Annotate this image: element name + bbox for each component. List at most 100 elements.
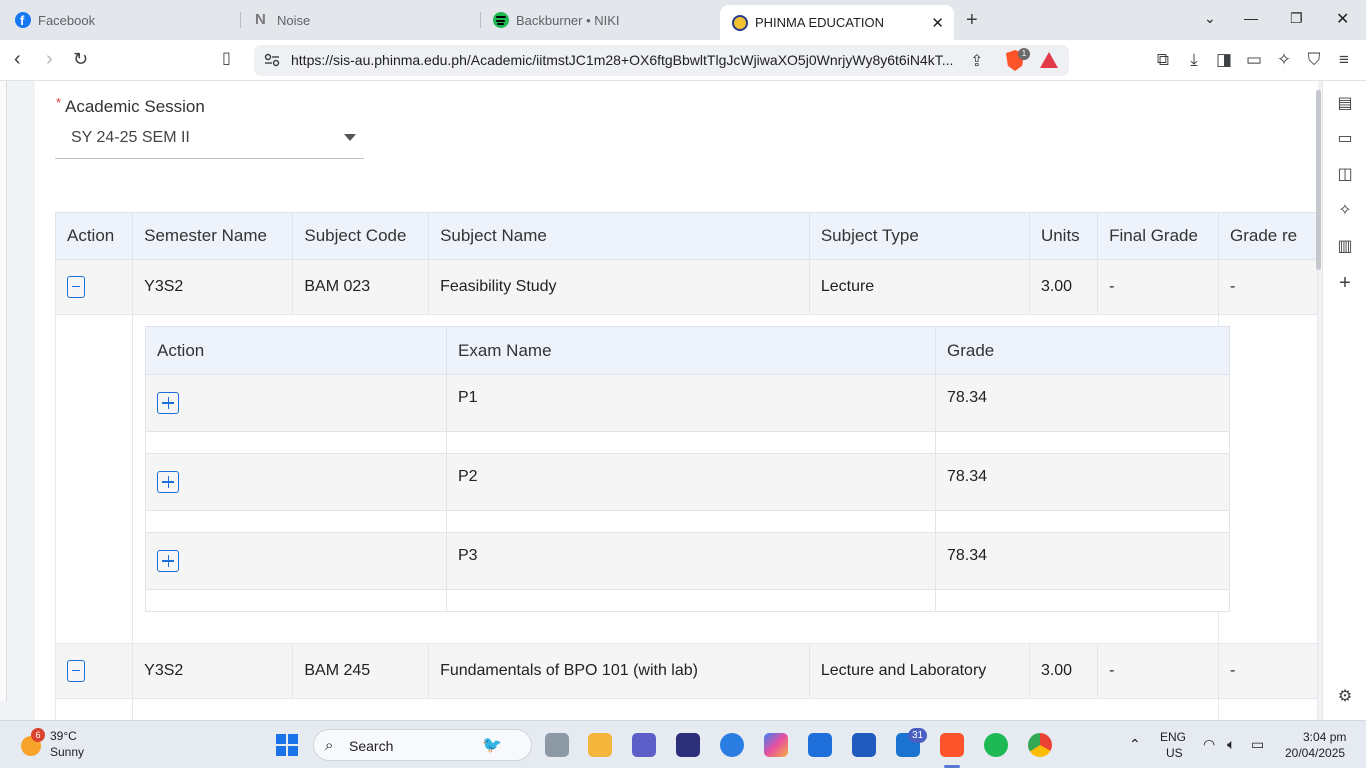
tasks-app-icon[interactable] (676, 733, 700, 757)
brave-rewards-icon[interactable] (1040, 52, 1058, 68)
weather-temperature[interactable]: 39°C (50, 729, 77, 743)
copilot-icon[interactable] (764, 733, 788, 757)
tab-search-chevron-icon[interactable]: ⌄ (1204, 10, 1216, 27)
exam-name-cell: P2 (446, 453, 936, 511)
expand-exam-button[interactable] (157, 470, 179, 493)
menu-icon[interactable]: ≡ (1334, 50, 1354, 70)
word-icon[interactable] (852, 733, 876, 757)
column-header-subject-type: Subject Type (808, 212, 1030, 260)
close-tab-icon[interactable]: ✕ (931, 14, 944, 32)
browser-sidebar: ▤ ▭ ◫ ✧ ▥ + ⚙ (1322, 81, 1366, 720)
sidebar-settings-icon[interactable]: ⚙ (1335, 687, 1355, 707)
exam-header-row: Action Exam Name Grade (145, 326, 1230, 375)
exam-row: P1 78.34 (145, 374, 1230, 432)
academic-session-label: Academic Session (65, 97, 205, 116)
column-header-grade: Grade (935, 326, 1230, 375)
exam-spacer-row (145, 431, 1230, 454)
exam-grades-table: Action Exam Name Grade P1 78.34 P2 78.34… (145, 326, 1230, 612)
exam-spacer-row (145, 510, 1230, 533)
units-cell: 3.00 (1028, 643, 1099, 699)
playlist-icon[interactable]: ▭ (1335, 129, 1355, 149)
task-view-icon[interactable] (545, 733, 569, 757)
exam-grade-cell: 78.34 (935, 532, 1230, 590)
subject-code-cell: BAM 023 (292, 259, 430, 315)
clock-time[interactable]: 3:04 pm (1303, 730, 1346, 744)
vpn-shield-icon[interactable]: ⛉ (1304, 50, 1324, 70)
tab-title: Backburner • NIKI (516, 12, 620, 28)
reload-icon[interactable]: ↻ (73, 48, 88, 70)
brave-browser-icon[interactable] (940, 733, 964, 757)
notion-icon: N (255, 11, 266, 28)
close-window-icon[interactable]: ✕ (1336, 9, 1349, 29)
spotify-icon (493, 12, 509, 28)
back-icon[interactable]: ‹ (14, 48, 21, 70)
semester-cell: Y3S2 (132, 259, 294, 315)
clipchamp-icon[interactable] (720, 733, 744, 757)
wallet-icon[interactable]: ▭ (1244, 50, 1264, 70)
language-indicator[interactable]: ENG (1160, 730, 1186, 744)
wallet-panel-icon[interactable]: ◫ (1335, 165, 1355, 185)
column-header-units: Units (1028, 212, 1099, 260)
table-row: Y3S2 BAM 245 Fundamentals of BPO 101 (wi… (54, 643, 1318, 699)
teams-icon[interactable] (632, 733, 656, 757)
tab-divider (240, 12, 241, 28)
column-header-subject-name: Subject Name (428, 212, 810, 260)
file-explorer-icon[interactable] (588, 733, 612, 757)
left-navigation-strip (0, 81, 7, 701)
minimize-icon[interactable]: — (1244, 10, 1258, 26)
volume-icon[interactable]: 🔈︎ (1227, 736, 1235, 753)
forward-icon[interactable]: › (46, 48, 53, 70)
column-header-semester: Semester Name (132, 212, 294, 260)
weather-condition[interactable]: Sunny (50, 745, 84, 759)
show-hidden-icons-chevron-icon[interactable]: ⌃ (1129, 736, 1141, 753)
bookmarks-panel-icon[interactable]: ▤ (1335, 94, 1355, 114)
column-header-grade-remarks: Grade re (1218, 212, 1318, 260)
column-header-action: Action (145, 326, 447, 375)
share-icon[interactable]: ⇪ (970, 51, 983, 71)
extensions-icon[interactable]: ⧉ (1153, 50, 1173, 70)
weather-badge: 6 (31, 728, 45, 742)
reading-list-icon[interactable]: ▥ (1335, 237, 1355, 257)
page-scrollbar[interactable] (1316, 90, 1321, 270)
units-cell: 3.00 (1028, 259, 1099, 315)
chrome-icon[interactable] (1028, 733, 1052, 757)
clock-date[interactable]: 20/04/2025 (1285, 746, 1345, 760)
leo-ai-icon[interactable]: ✧ (1274, 50, 1294, 70)
tab-title: Facebook (38, 12, 96, 28)
tab-spotify[interactable]: Backburner • NIKI (493, 0, 713, 40)
add-panel-icon[interactable]: + (1335, 273, 1355, 293)
address-bar[interactable]: https://sis-au.phinma.edu.ph/Academic/ii… (254, 45, 1069, 76)
collapse-row-button[interactable] (67, 659, 85, 682)
spotify-taskbar-icon[interactable] (984, 733, 1008, 757)
final-grade-cell: - (1097, 643, 1220, 699)
tab-facebook[interactable]: f Facebook (15, 0, 240, 40)
microsoft-store-icon[interactable] (808, 733, 832, 757)
new-tab-icon[interactable]: + (966, 9, 978, 32)
downloads-icon[interactable]: ⤓ (1184, 50, 1204, 70)
expand-exam-button[interactable] (157, 391, 179, 414)
region-indicator[interactable]: US (1166, 746, 1183, 760)
expanded-detail-row (54, 698, 1318, 720)
wifi-icon[interactable]: ◠ (1203, 736, 1215, 753)
final-grade-cell: - (1097, 259, 1220, 315)
academic-session-value: SY 24-25 SEM II (71, 129, 190, 146)
site-settings-icon[interactable] (264, 53, 280, 67)
academic-session-select[interactable]: SY 24-25 SEM II (55, 124, 364, 159)
tab-phinma[interactable]: PHINMA EDUCATION ✕ (720, 5, 954, 40)
bookmark-icon[interactable]: ▯ (222, 48, 231, 70)
subject-name-cell: Fundamentals of BPO 101 (with lab) (428, 643, 810, 699)
column-header-action: Action (54, 212, 134, 260)
column-header-subject-code: Subject Code (292, 212, 430, 260)
taskbar-search[interactable]: ⌕ Search 🐦 (313, 729, 532, 761)
tab-noise[interactable]: N Noise (254, 0, 474, 40)
windows-start-icon[interactable] (276, 734, 298, 756)
tab-strip: f Facebook N Noise Backburner • NIKI PHI… (0, 0, 1366, 40)
sidebar-toggle-icon[interactable]: ◨ (1214, 50, 1234, 70)
leo-panel-icon[interactable]: ✧ (1335, 201, 1355, 221)
restore-icon[interactable]: ❐ (1290, 10, 1303, 27)
phinma-icon (732, 14, 748, 31)
expand-exam-button[interactable] (157, 549, 179, 572)
url-text[interactable]: https://sis-au.phinma.edu.ph/Academic/ii… (291, 52, 956, 68)
collapse-row-button[interactable] (67, 275, 85, 298)
battery-icon[interactable]: ▭ (1251, 736, 1264, 753)
